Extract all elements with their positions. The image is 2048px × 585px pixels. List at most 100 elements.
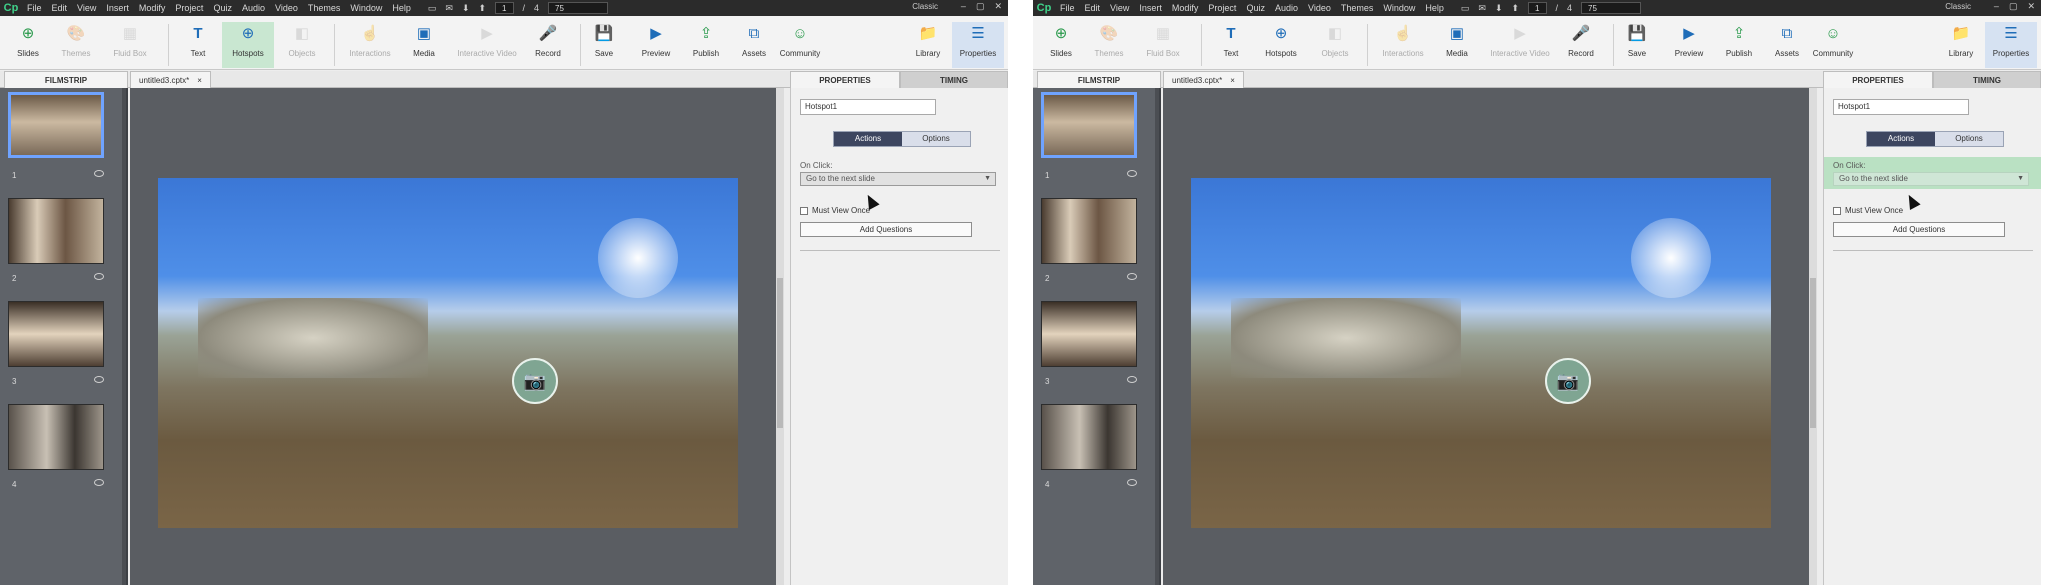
eye-icon[interactable] [94, 376, 104, 383]
workspace-select[interactable]: Classic [1945, 2, 1971, 11]
tab-properties[interactable]: PROPERTIES [790, 71, 900, 88]
slide-thumbnail[interactable] [1041, 404, 1137, 470]
eye-icon[interactable] [1127, 170, 1137, 177]
arrow-up-icon[interactable]: ⬆ [479, 3, 487, 14]
scrollbar-thumb[interactable] [777, 278, 783, 428]
zoom-select[interactable]: 75 [548, 2, 609, 14]
hotspot-camera[interactable]: 📷 [512, 358, 558, 404]
menu-video[interactable]: Video [270, 3, 303, 13]
arrow-up-icon[interactable]: ⬆ [1512, 3, 1520, 14]
text-button[interactable]: T Text [172, 22, 224, 68]
mail-icon[interactable]: ✉ [1478, 3, 1486, 14]
minimize-icon[interactable]: – [1994, 1, 1999, 12]
zoom-select[interactable]: 75 [1581, 2, 1642, 14]
tab-properties[interactable]: PROPERTIES [1823, 71, 1933, 88]
menu-insert[interactable]: Insert [101, 3, 134, 13]
eye-icon[interactable] [94, 273, 104, 280]
stage-scrollbar[interactable] [1809, 88, 1817, 585]
menu-file[interactable]: File [1055, 3, 1080, 13]
must-view-once-option[interactable]: Must View Once [1833, 206, 1903, 215]
monitor-icon[interactable]: ▭ [1461, 3, 1470, 14]
page-number-field[interactable]: 1 [495, 2, 514, 14]
eye-icon[interactable] [1127, 376, 1137, 383]
publish-button[interactable]: ⇪ Publish [1713, 22, 1765, 68]
slides-button[interactable]: ⊕ Slides [1035, 22, 1087, 68]
interactive-video-button[interactable]: ▶ Interactive Video [456, 22, 518, 68]
monitor-icon[interactable]: ▭ [428, 3, 437, 14]
must-view-checkbox[interactable] [1833, 206, 1841, 215]
objects-button[interactable]: ◧ Objects [276, 22, 328, 68]
maximize-icon[interactable]: ▢ [2009, 1, 2018, 12]
hotspot-camera[interactable]: 📷 [1545, 358, 1591, 404]
tab-close-icon[interactable]: × [1230, 76, 1235, 85]
tab-timing[interactable]: TIMING [900, 71, 1008, 88]
record-button[interactable]: 🎤 Record [1555, 22, 1607, 68]
text-button[interactable]: T Text [1205, 22, 1257, 68]
menu-window[interactable]: Window [1378, 3, 1420, 13]
record-button[interactable]: 🎤 Record [522, 22, 574, 68]
tab-options[interactable]: Options [902, 132, 970, 146]
interactions-button[interactable]: ☝ Interactions [344, 22, 396, 68]
media-button[interactable]: ▣ Media [398, 22, 450, 68]
eye-icon[interactable] [94, 170, 104, 177]
page-number-field[interactable]: 1 [1528, 2, 1547, 14]
menu-modify[interactable]: Modify [134, 3, 171, 13]
object-name-field[interactable]: Hotspot1 [1833, 99, 1969, 115]
save-button[interactable]: 💾 Save [578, 22, 630, 68]
menu-window[interactable]: Window [345, 3, 387, 13]
fluid-box-button[interactable]: ▦ Fluid Box [104, 22, 156, 68]
community-button[interactable]: ☺ Community [1807, 22, 1859, 68]
hotspots-button[interactable]: ⊕ Hotspots [1255, 22, 1307, 68]
menu-edit[interactable]: Edit [47, 3, 73, 13]
menu-themes[interactable]: Themes [1336, 3, 1379, 13]
eye-icon[interactable] [1127, 479, 1137, 486]
slide-thumbnail[interactable] [1041, 301, 1137, 367]
eye-icon[interactable] [1127, 273, 1137, 280]
menu-insert[interactable]: Insert [1134, 3, 1167, 13]
menu-video[interactable]: Video [1303, 3, 1336, 13]
interactions-button[interactable]: ☝ Interactions [1377, 22, 1429, 68]
menu-help[interactable]: Help [1420, 3, 1449, 13]
assets-button[interactable]: ⧉ Assets [1761, 22, 1813, 68]
slide-thumbnail[interactable] [1041, 198, 1137, 264]
minimize-icon[interactable]: – [961, 1, 966, 12]
tab-actions[interactable]: Actions [834, 132, 902, 146]
workspace-select[interactable]: Classic [912, 2, 938, 11]
save-button[interactable]: 💾 Save [1611, 22, 1663, 68]
tab-options[interactable]: Options [1935, 132, 2003, 146]
menu-themes[interactable]: Themes [303, 3, 346, 13]
scrollbar-thumb[interactable] [1810, 278, 1816, 428]
community-button[interactable]: ☺ Community [774, 22, 826, 68]
menu-quiz[interactable]: Quiz [208, 3, 237, 13]
maximize-icon[interactable]: ▢ [976, 1, 985, 12]
stage-scrollbar[interactable] [776, 88, 784, 585]
tab-document[interactable]: untitled3.cptx* × [1163, 71, 1244, 88]
slide-thumbnail[interactable] [1041, 92, 1137, 158]
hotspots-button[interactable]: ⊕ Hotspots [222, 22, 274, 68]
library-button[interactable]: 📁 Library [902, 22, 954, 68]
add-questions-button[interactable]: Add Questions [1833, 222, 2005, 237]
menu-view[interactable]: View [72, 3, 101, 13]
tab-close-icon[interactable]: × [197, 76, 202, 85]
slide-thumbnail[interactable] [8, 404, 104, 470]
eye-icon[interactable] [94, 479, 104, 486]
arrow-down-icon[interactable]: ⬇ [1495, 3, 1503, 14]
menu-audio[interactable]: Audio [1270, 3, 1303, 13]
menu-project[interactable]: Project [170, 3, 208, 13]
menu-modify[interactable]: Modify [1167, 3, 1204, 13]
filmstrip-scrollbar[interactable] [122, 88, 126, 585]
arrow-down-icon[interactable]: ⬇ [462, 3, 470, 14]
must-view-once-option[interactable]: Must View Once [800, 206, 870, 215]
themes-button[interactable]: 🎨 Themes [50, 22, 102, 68]
mail-icon[interactable]: ✉ [445, 3, 453, 14]
assets-button[interactable]: ⧉ Assets [728, 22, 780, 68]
tab-filmstrip[interactable]: FILMSTRIP [4, 71, 128, 88]
slide-thumbnail[interactable] [8, 198, 104, 264]
menu-project[interactable]: Project [1203, 3, 1241, 13]
menu-edit[interactable]: Edit [1080, 3, 1106, 13]
themes-button[interactable]: 🎨 Themes [1083, 22, 1135, 68]
slide-thumbnail[interactable] [8, 92, 104, 158]
menu-quiz[interactable]: Quiz [1241, 3, 1270, 13]
on-click-action-select[interactable]: Go to the next slide ▼ [1833, 172, 2029, 186]
objects-button[interactable]: ◧ Objects [1309, 22, 1361, 68]
